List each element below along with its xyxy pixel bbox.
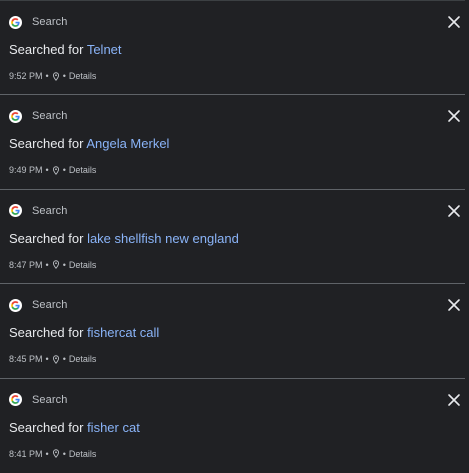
details-link[interactable]: Details bbox=[69, 165, 97, 175]
product-name: Search bbox=[32, 299, 68, 312]
details-link[interactable]: Details bbox=[69, 71, 97, 81]
separator: • bbox=[45, 165, 49, 176]
separator: • bbox=[62, 71, 66, 81]
activity-meta: 9:49 PM • • Details bbox=[9, 165, 96, 175]
separator: • bbox=[62, 165, 66, 176]
query-link[interactable]: Angela Merkel bbox=[86, 136, 169, 151]
google-g-icon bbox=[9, 393, 22, 407]
activity-item: Search Searched for fishercat call 8:45 … bbox=[0, 284, 465, 379]
google-g-icon bbox=[9, 298, 22, 312]
activity-time: 9:52 PM bbox=[9, 71, 43, 81]
separator: • bbox=[45, 259, 49, 270]
activity-item: Search Searched for fisher cat 8:41 PM •… bbox=[0, 379, 465, 473]
close-icon[interactable] bbox=[447, 298, 461, 312]
activity-time: 8:45 PM bbox=[9, 354, 43, 365]
product-name: Search bbox=[32, 16, 68, 28]
item-header: Search bbox=[9, 14, 67, 30]
close-icon[interactable] bbox=[447, 204, 461, 218]
close-icon[interactable] bbox=[447, 393, 461, 407]
activity-feed: Search Searched for Telnet 9:52 PM • • D… bbox=[0, 0, 465, 471]
activity-item: Search Searched for Angela Merkel 9:49 P… bbox=[0, 95, 465, 190]
separator: • bbox=[62, 354, 66, 365]
location-pin-icon[interactable] bbox=[52, 449, 60, 459]
separator: • bbox=[45, 71, 49, 81]
query-link[interactable]: fishercat call bbox=[87, 325, 159, 340]
activity-title: Searched for lake shellfish new england bbox=[9, 231, 239, 246]
google-g-icon bbox=[9, 204, 22, 218]
item-header: Search bbox=[9, 203, 67, 219]
title-prefix: Searched for bbox=[9, 136, 84, 152]
separator: • bbox=[62, 448, 66, 459]
location-pin-icon[interactable] bbox=[52, 354, 60, 364]
query-link[interactable]: Telnet bbox=[87, 42, 122, 57]
activity-meta: 9:52 PM • • Details bbox=[9, 71, 96, 81]
activity-meta: 8:45 PM • • Details bbox=[9, 354, 96, 364]
query-link[interactable]: fisher cat bbox=[87, 420, 140, 435]
details-link[interactable]: Details bbox=[69, 354, 97, 364]
product-name: Search bbox=[32, 110, 68, 123]
close-icon[interactable] bbox=[447, 15, 461, 29]
location-pin-icon[interactable] bbox=[52, 260, 60, 270]
separator: • bbox=[45, 354, 49, 365]
activity-title: Searched for Angela Merkel bbox=[9, 136, 169, 151]
google-g-icon bbox=[9, 109, 22, 123]
activity-title: Searched for Telnet bbox=[9, 42, 122, 57]
activity-meta: 8:47 PM • • Details bbox=[9, 260, 96, 270]
activity-time: 8:41 PM bbox=[9, 448, 43, 459]
query-link[interactable]: lake shellfish new england bbox=[87, 231, 239, 246]
activity-title: Searched for fisher cat bbox=[9, 420, 140, 435]
close-icon[interactable] bbox=[447, 109, 461, 123]
product-name: Search bbox=[32, 393, 68, 406]
item-header: Search bbox=[9, 108, 67, 124]
google-g-icon bbox=[9, 15, 22, 29]
activity-meta: 8:41 PM • • Details bbox=[9, 449, 96, 459]
item-header: Search bbox=[9, 392, 67, 408]
activity-time: 9:49 PM bbox=[9, 165, 43, 176]
product-name: Search bbox=[32, 204, 68, 217]
activity-title: Searched for fishercat call bbox=[9, 325, 159, 340]
activity-item: Search Searched for Telnet 9:52 PM • • D… bbox=[0, 1, 465, 96]
separator: • bbox=[45, 448, 49, 459]
title-prefix: Searched for bbox=[9, 42, 84, 57]
item-header: Search bbox=[9, 297, 67, 313]
activity-time: 8:47 PM bbox=[9, 259, 43, 270]
title-prefix: Searched for bbox=[9, 419, 84, 435]
details-link[interactable]: Details bbox=[69, 260, 97, 270]
location-pin-icon[interactable] bbox=[52, 71, 60, 81]
title-prefix: Searched for bbox=[9, 325, 84, 341]
separator: • bbox=[62, 259, 66, 270]
title-prefix: Searched for bbox=[9, 230, 84, 246]
location-pin-icon[interactable] bbox=[52, 166, 60, 175]
details-link[interactable]: Details bbox=[69, 449, 97, 459]
activity-item: Search Searched for lake shellfish new e… bbox=[0, 190, 465, 285]
